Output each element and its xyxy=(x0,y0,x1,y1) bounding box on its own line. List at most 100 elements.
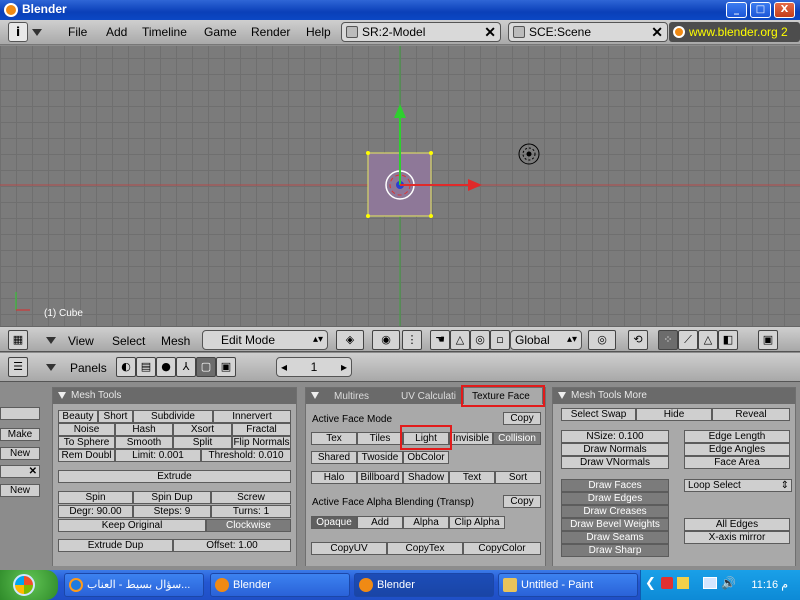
hand-icon[interactable]: ☚ xyxy=(430,330,450,350)
limit-field[interactable]: Limit: 0.001 xyxy=(115,449,201,462)
render-icon[interactable]: ▣ xyxy=(758,330,778,350)
offset-field[interactable]: Offset: 1.00 xyxy=(173,539,291,552)
translate-icon[interactable]: △ xyxy=(450,330,470,350)
vertex-select-icon[interactable]: ⁘ xyxy=(658,330,678,350)
screen-browse-icon[interactable] xyxy=(346,26,358,38)
text-toggle[interactable]: Text xyxy=(449,471,495,484)
scene-browse-icon[interactable] xyxy=(513,26,525,38)
opaque-toggle[interactable]: Opaque xyxy=(311,516,357,529)
frame-dec-icon[interactable]: ◂ xyxy=(281,358,287,376)
keep-original-toggle[interactable]: Keep Original xyxy=(58,519,206,532)
occlude-icon[interactable]: ◧ xyxy=(718,330,738,350)
spin-dup-button[interactable]: Spin Dup xyxy=(133,491,211,504)
make-button[interactable]: Make xyxy=(0,428,40,441)
maximize-button[interactable]: □ xyxy=(750,2,771,18)
smooth-button[interactable]: Smooth xyxy=(115,436,173,449)
close-button[interactable]: X xyxy=(774,2,795,18)
face-select-icon[interactable]: △ xyxy=(698,330,718,350)
editing-icon[interactable]: ▢ xyxy=(196,357,216,377)
degrees-field[interactable]: Degr: 90.00 xyxy=(58,505,133,518)
xsort-button[interactable]: Xsort xyxy=(173,423,232,436)
tex-toggle[interactable]: Tex xyxy=(311,432,357,445)
taskbar-item-browser[interactable]: سؤال بسيط - العناب... xyxy=(64,573,204,597)
draw-edges-toggle[interactable]: Draw Edges xyxy=(561,492,669,505)
fractal-button[interactable]: Fractal xyxy=(232,423,291,436)
turns-field[interactable]: Turns: 1 xyxy=(211,505,291,518)
object-icon[interactable]: ⅄ xyxy=(176,357,196,377)
taskbar-item-paint[interactable]: Untitled - Paint xyxy=(498,573,638,597)
billboard-toggle[interactable]: Billboard xyxy=(357,471,403,484)
menu-add[interactable]: Add xyxy=(106,25,127,39)
all-edges-toggle[interactable]: All Edges xyxy=(684,518,790,531)
obcolor-toggle[interactable]: ObColor xyxy=(403,451,449,464)
halo-toggle[interactable]: Halo xyxy=(311,471,357,484)
shadow-toggle[interactable]: Shadow xyxy=(403,471,449,484)
scene-icon[interactable]: ▣ xyxy=(216,357,236,377)
copy-uv-button[interactable]: CopyUV xyxy=(311,542,387,555)
network-icon[interactable] xyxy=(703,577,717,589)
nsize-field[interactable]: NSize: 0.100 xyxy=(561,430,669,443)
screw-button[interactable]: Screw xyxy=(211,491,291,504)
shared-toggle[interactable]: Shared xyxy=(311,451,357,464)
taskbar-item-blender-2[interactable]: Blender xyxy=(354,573,494,597)
alpha-toggle[interactable]: Alpha xyxy=(403,516,449,529)
draw-bevel-weights-toggle[interactable]: Draw Bevel Weights xyxy=(561,518,669,531)
steps-field[interactable]: Steps: 9 xyxy=(133,505,211,518)
edge-length-toggle[interactable]: Edge Length xyxy=(684,430,790,443)
menu-view[interactable]: View xyxy=(68,334,94,348)
scale-icon[interactable]: ▫ xyxy=(490,330,510,350)
menu-game[interactable]: Game xyxy=(204,25,237,39)
remove-button[interactable]: ✕ xyxy=(0,465,40,478)
sort-toggle[interactable]: Sort xyxy=(495,471,541,484)
draw-creases-toggle[interactable]: Draw Creases xyxy=(561,505,669,518)
reveal-button[interactable]: Reveal xyxy=(712,408,790,421)
flip-normals-button[interactable]: Flip Normals xyxy=(232,436,291,449)
layer-icon[interactable]: ◎ xyxy=(588,330,616,350)
draw-seams-toggle[interactable]: Draw Seams xyxy=(561,531,669,544)
editor-type-icon[interactable]: ▦ xyxy=(8,330,28,350)
menu-render[interactable]: Render xyxy=(251,25,290,39)
scene-field[interactable]: SCE:Scene ✕ xyxy=(508,22,668,42)
menu-timeline[interactable]: Timeline xyxy=(142,25,187,39)
spin-button[interactable]: Spin xyxy=(58,491,133,504)
frame-field[interactable]: ◂ 1 ▸ xyxy=(276,357,352,377)
tab-uv-calculation[interactable]: UV Calculati xyxy=(401,391,456,402)
beauty-toggle[interactable]: Beauty xyxy=(58,410,98,423)
copy-alpha-button[interactable]: Copy xyxy=(503,495,541,508)
new-button[interactable]: New xyxy=(0,447,40,460)
tray-alert-icon[interactable] xyxy=(661,577,673,589)
draw-sharp-toggle[interactable]: Draw Sharp xyxy=(561,544,669,557)
lock-icon[interactable]: ⟲ xyxy=(628,330,648,350)
menu-help[interactable]: Help xyxy=(306,25,331,39)
select-swap-button[interactable]: Select Swap xyxy=(561,408,636,421)
tray-expand-icon[interactable]: ❮ xyxy=(645,576,656,591)
edge-select-icon[interactable]: ⟋ xyxy=(678,330,698,350)
orientation-select[interactable]: Global ▴▾ xyxy=(510,330,582,350)
clip-alpha-toggle[interactable]: Clip Alpha xyxy=(449,516,505,529)
subdivide-button[interactable]: Subdivide xyxy=(133,410,213,423)
mesh-tools-more-title[interactable]: Mesh Tools More xyxy=(553,388,795,404)
stub-field[interactable] xyxy=(0,407,40,420)
rotate-icon[interactable]: ◎ xyxy=(470,330,490,350)
rem-doubles-button[interactable]: Rem Doubl xyxy=(58,449,115,462)
taskbar-item-blender-1[interactable]: Blender xyxy=(210,573,350,597)
menu-panels[interactable]: Panels xyxy=(70,361,107,375)
edge-angles-toggle[interactable]: Edge Angles xyxy=(684,443,790,456)
menu-mesh[interactable]: Mesh xyxy=(161,334,190,348)
threshold-field[interactable]: Threshold: 0.010 xyxy=(201,449,291,462)
extrude-dup-button[interactable]: Extrude Dup xyxy=(58,539,173,552)
x-axis-mirror-toggle[interactable]: X-axis mirror xyxy=(684,531,790,544)
twoside-toggle[interactable]: Twoside xyxy=(357,451,403,464)
clock[interactable]: 11:16 م xyxy=(751,578,788,591)
collapse-icon[interactable] xyxy=(46,337,56,344)
new-button-2[interactable]: New xyxy=(0,484,40,497)
draw-type-icon[interactable]: ◈ xyxy=(336,330,364,350)
global-view-icon[interactable]: ⋮ xyxy=(402,330,422,350)
draw-vnormals-toggle[interactable]: Draw VNormals xyxy=(561,456,669,469)
screen-delete-icon[interactable]: ✕ xyxy=(484,23,496,41)
draw-normals-toggle[interactable]: Draw Normals xyxy=(561,443,669,456)
loop-select-dropdown[interactable]: Loop Select ⇕ xyxy=(684,479,792,492)
to-sphere-button[interactable]: To Sphere xyxy=(58,436,115,449)
collapse-menu-icon[interactable] xyxy=(32,29,42,36)
noise-button[interactable]: Noise xyxy=(58,423,115,436)
